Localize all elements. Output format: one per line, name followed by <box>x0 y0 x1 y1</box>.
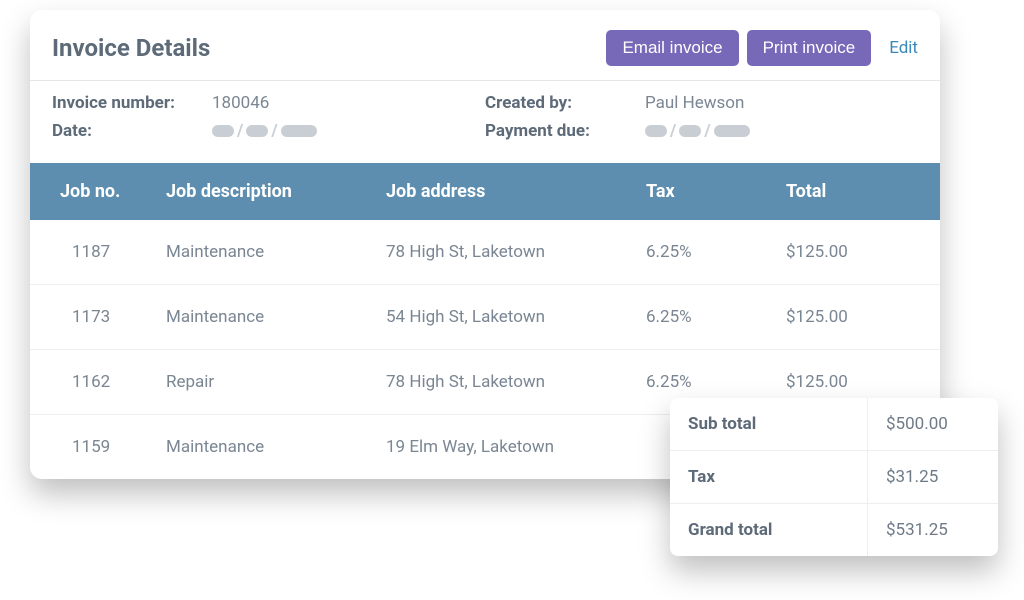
subtotal-value: $500.00 <box>868 398 998 450</box>
cell-addr: 19 Elm Way, Laketown <box>370 415 630 480</box>
cell-job-no: 1187 <box>30 220 150 285</box>
payment-due-placeholder: / / <box>645 121 750 141</box>
invoice-meta: Invoice number: 180046 Date: / / Created… <box>30 81 940 163</box>
cell-job-no: 1159 <box>30 415 150 480</box>
table-row[interactable]: 1173 Maintenance 54 High St, Laketown 6.… <box>30 285 940 350</box>
tax-value: $31.25 <box>868 451 998 503</box>
print-invoice-button[interactable]: Print invoice <box>747 30 872 66</box>
grand-total-row: Grand total $531.25 <box>670 504 998 556</box>
invoice-number-label: Invoice number: <box>52 93 212 113</box>
placeholder-pill <box>714 125 750 137</box>
cell-addr: 78 High St, Laketown <box>370 220 630 285</box>
tax-label: Tax <box>670 451 868 503</box>
cell-total: $125.00 <box>770 285 940 350</box>
table-header-row: Job no. Job description Job address Tax … <box>30 163 940 220</box>
invoice-number-value: 180046 <box>212 93 269 113</box>
cell-addr: 54 High St, Laketown <box>370 285 630 350</box>
placeholder-pill <box>645 125 667 137</box>
grand-total-label: Grand total <box>670 504 868 556</box>
meta-left: Invoice number: 180046 Date: / / <box>52 93 485 149</box>
grand-total-value: $531.25 <box>868 504 998 556</box>
totals-card: Sub total $500.00 Tax $31.25 Grand total… <box>670 398 998 556</box>
cell-tax: 6.25% <box>630 285 770 350</box>
table-row[interactable]: 1187 Maintenance 78 High St, Laketown 6.… <box>30 220 940 285</box>
cell-addr: 78 High St, Laketown <box>370 350 630 415</box>
date-placeholder: / / <box>212 121 317 141</box>
cell-tax: 6.25% <box>630 220 770 285</box>
cell-desc: Maintenance <box>150 220 370 285</box>
tax-row: Tax $31.25 <box>670 451 998 504</box>
col-job-addr: Job address <box>370 163 630 220</box>
page-title: Invoice Details <box>52 34 598 62</box>
cell-desc: Maintenance <box>150 285 370 350</box>
subtotal-label: Sub total <box>670 398 868 450</box>
cell-desc: Maintenance <box>150 415 370 480</box>
email-invoice-button[interactable]: Email invoice <box>606 30 738 66</box>
cell-job-no: 1162 <box>30 350 150 415</box>
date-label: Date: <box>52 121 212 141</box>
col-tax: Tax <box>630 163 770 220</box>
payment-due-label: Payment due: <box>485 121 645 141</box>
col-total: Total <box>770 163 940 220</box>
meta-right: Created by: Paul Hewson Payment due: / / <box>485 93 918 149</box>
created-by-value: Paul Hewson <box>645 93 744 113</box>
card-header: Invoice Details Email invoice Print invo… <box>30 30 940 81</box>
placeholder-pill <box>679 125 701 137</box>
subtotal-row: Sub total $500.00 <box>670 398 998 451</box>
col-job-no: Job no. <box>30 163 150 220</box>
placeholder-pill <box>281 125 317 137</box>
cell-job-no: 1173 <box>30 285 150 350</box>
placeholder-pill <box>212 125 234 137</box>
col-job-desc: Job description <box>150 163 370 220</box>
edit-link[interactable]: Edit <box>889 38 918 58</box>
placeholder-pill <box>246 125 268 137</box>
created-by-label: Created by: <box>485 93 645 113</box>
cell-desc: Repair <box>150 350 370 415</box>
cell-total: $125.00 <box>770 220 940 285</box>
